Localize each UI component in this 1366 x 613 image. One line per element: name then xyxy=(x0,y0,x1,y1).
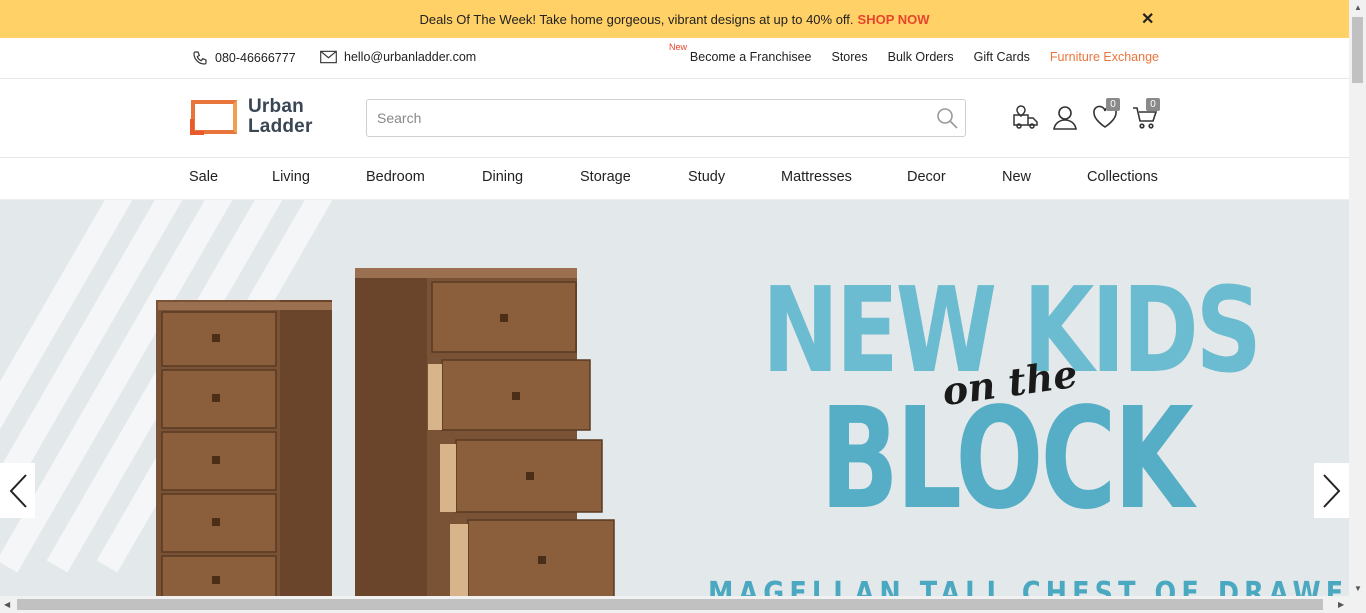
utility-links: Become a Franchisee Stores Bulk Orders G… xyxy=(690,50,1159,64)
furniture-exchange-link[interactable]: Furniture Exchange xyxy=(1050,50,1159,64)
become-franchisee-link[interactable]: Become a Franchisee xyxy=(690,50,812,64)
stores-link[interactable]: Stores xyxy=(832,50,868,64)
horizontal-scrollbar-thumb[interactable] xyxy=(17,599,1323,610)
phone-icon xyxy=(193,51,207,65)
email-contact[interactable]: hello@urbanladder.com xyxy=(320,50,476,64)
phone-contact[interactable]: 080-46666777 xyxy=(192,50,296,66)
nav-item-decor[interactable]: Decor xyxy=(907,169,946,185)
nav-item-collections[interactable]: Collections xyxy=(1087,169,1158,185)
user-icon[interactable] xyxy=(1052,105,1078,131)
promo-banner: Deals Of The Week! Take home gorgeous, v… xyxy=(0,0,1349,38)
utility-bar: 080-46666777 hello@urbanladder.com New B… xyxy=(0,38,1349,79)
phone-number: 080-46666777 xyxy=(215,51,296,65)
horizontal-scrollbar[interactable]: ◀ ▶ xyxy=(0,596,1366,613)
scroll-right-icon[interactable]: ▶ xyxy=(1338,600,1344,609)
track-order-icon[interactable] xyxy=(1012,105,1038,131)
nav-item-dining[interactable]: Dining xyxy=(482,169,523,185)
vertical-scrollbar-thumb[interactable] xyxy=(1352,17,1363,83)
cart-count-badge: 0 xyxy=(1146,98,1160,111)
header-icons: 0 0 xyxy=(1012,98,1160,131)
bulk-orders-link[interactable]: Bulk Orders xyxy=(888,50,954,64)
cart-icon[interactable]: 0 xyxy=(1132,98,1160,131)
nav-item-sale[interactable]: Sale xyxy=(189,169,218,185)
scroll-up-icon[interactable]: ▲ xyxy=(1354,3,1362,12)
nav-item-bedroom[interactable]: Bedroom xyxy=(366,169,425,185)
gift-cards-link[interactable]: Gift Cards xyxy=(974,50,1030,64)
scroll-down-icon[interactable]: ▼ xyxy=(1354,584,1362,593)
promo-text: Deals Of The Week! Take home gorgeous, v… xyxy=(419,11,854,27)
mail-icon xyxy=(320,50,337,64)
chevron-left-icon xyxy=(9,473,27,508)
nav-item-new[interactable]: New xyxy=(1002,169,1031,185)
carousel-next-button[interactable] xyxy=(1314,463,1349,518)
main-header: Urban Ladder 0 0 xyxy=(0,79,1349,158)
nav-item-living[interactable]: Living xyxy=(272,169,310,185)
chest-of-drawers-image xyxy=(156,268,615,596)
vertical-scrollbar[interactable]: ▲ ▼ xyxy=(1349,0,1366,596)
search-box xyxy=(366,99,966,137)
wishlist-count-badge: 0 xyxy=(1106,98,1120,111)
search-icon[interactable] xyxy=(935,106,959,130)
logo-text: Urban Ladder xyxy=(248,96,313,137)
logo[interactable]: Urban Ladder xyxy=(190,97,313,137)
nav-item-storage[interactable]: Storage xyxy=(580,169,631,185)
hero-headline-bottom: BLOCK xyxy=(820,378,1194,541)
nav-item-mattresses[interactable]: Mattresses xyxy=(781,169,852,185)
hero-subline: MAGELLAN TALL CHEST OF DRAWERS xyxy=(708,576,1349,596)
scroll-left-icon[interactable]: ◀ xyxy=(4,600,10,609)
email-address: hello@urbanladder.com xyxy=(344,50,477,64)
carousel-prev-button[interactable] xyxy=(0,463,35,518)
shop-now-link[interactable]: SHOP NOW xyxy=(858,12,930,27)
nav-item-study[interactable]: Study xyxy=(688,169,725,185)
category-nav: Sale Living Bedroom Dining Storage Study… xyxy=(0,158,1349,200)
logo-mark xyxy=(190,99,238,135)
search-input[interactable] xyxy=(367,100,927,136)
new-badge: New xyxy=(669,42,688,52)
chevron-right-icon xyxy=(1322,473,1340,508)
hero-banner[interactable]: NEW KIDS BLOCK on the MAGELLAN TALL CHES… xyxy=(0,200,1349,596)
close-icon[interactable]: ✕ xyxy=(1141,9,1154,29)
wishlist-icon[interactable]: 0 xyxy=(1092,98,1120,131)
